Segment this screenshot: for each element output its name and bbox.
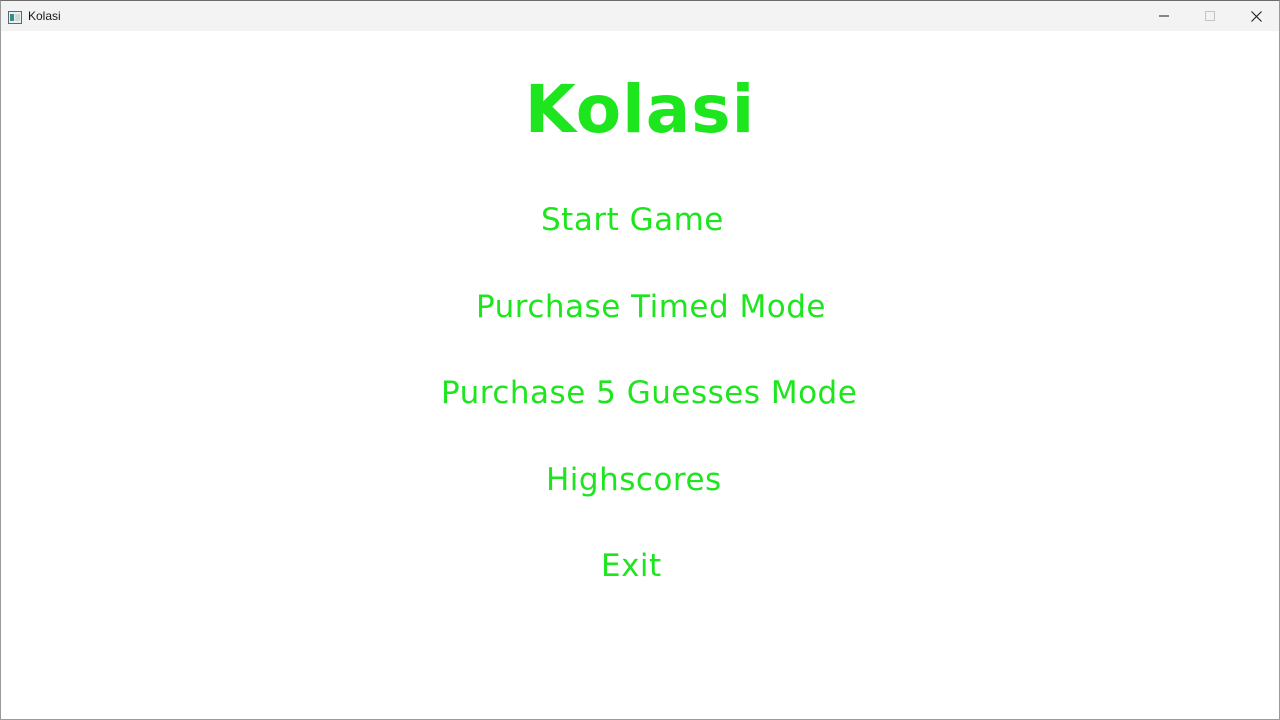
- close-icon: [1250, 10, 1262, 22]
- app-window: Kolasi Kolasi Start Game Purchase Timed …: [0, 0, 1280, 720]
- highscores-button[interactable]: Highscores: [546, 460, 722, 500]
- title-bar[interactable]: Kolasi: [1, 1, 1279, 31]
- close-button[interactable]: [1233, 1, 1279, 31]
- window-title: Kolasi: [28, 9, 61, 23]
- purchase-5-guesses-mode-button[interactable]: Purchase 5 Guesses Mode: [441, 373, 857, 413]
- maximize-button[interactable]: [1187, 1, 1233, 31]
- minimize-button[interactable]: [1141, 1, 1187, 31]
- game-title: Kolasi: [524, 71, 756, 148]
- exit-button[interactable]: Exit: [601, 546, 662, 586]
- start-game-button[interactable]: Start Game: [541, 200, 724, 240]
- maximize-icon: [1205, 11, 1215, 21]
- purchase-timed-mode-button[interactable]: Purchase Timed Mode: [476, 287, 826, 327]
- app-window-icon: [8, 9, 22, 24]
- minimize-icon: [1159, 11, 1169, 21]
